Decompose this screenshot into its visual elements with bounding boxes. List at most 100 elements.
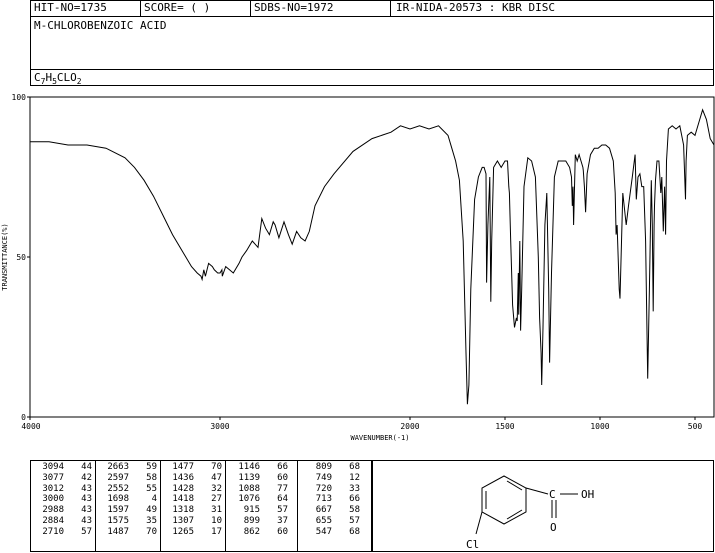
peak-row: 667 58 — [302, 505, 360, 516]
peak-row: 2552 55 — [99, 484, 157, 495]
peak-wavenumber: 3077 — [42, 472, 64, 483]
peak-wavenumber: 1076 — [238, 494, 260, 505]
peak-row: 1698 4 — [99, 494, 157, 505]
peak-table-column: 1146 66 1139 60 1088 77 1076 64 915 57 899 37 862 60 — [230, 462, 288, 538]
sdbs-number: SDBS-NO=1972 — [254, 1, 334, 14]
peak-table-column: 1477 70 1436 47 1428 32 1418 27 1318 31 1307 10 1265… — [164, 462, 222, 538]
x-tick-label: 1000 — [590, 422, 609, 431]
peak-row: 1265 17 — [164, 527, 222, 538]
peak-column-divider — [160, 460, 161, 552]
x-axis-label: WAVENUMBER(-1) — [350, 434, 409, 442]
y-axis-label: TRANSMITTANCE(%) — [1, 223, 9, 290]
peak-column-divider — [297, 460, 298, 552]
peak-wavenumber: 2710 — [42, 526, 64, 537]
plot-frame — [29, 96, 715, 418]
peak-wavenumber: 1487 — [107, 526, 129, 537]
peak-wavenumber: 2552 — [107, 483, 129, 494]
peak-transmittance: 66 — [349, 494, 360, 505]
peak-table-column: 809 68 749 12 720 33 713 66 667 58 655 57 547 68 — [302, 462, 360, 538]
peak-wavenumber: 809 — [315, 462, 332, 472]
peak-wavenumber: 3094 — [42, 462, 64, 472]
peak-wavenumber: 547 — [315, 526, 332, 537]
ir-spectrum-chart: 4000 3000 2000 1500 1000 500 0 50 100 WAVENUMBE… — [1, 93, 715, 442]
peak-row: 3077 42 — [34, 473, 92, 484]
peak-row: 809 68 — [302, 462, 360, 473]
peak-row: 2597 58 — [99, 473, 157, 484]
peak-wavenumber: 3000 — [42, 494, 64, 505]
peak-wavenumber: 1265 — [172, 526, 194, 537]
peak-wavenumber: 2884 — [42, 515, 64, 526]
peak-wavenumber: 1698 — [107, 494, 129, 505]
ir-method: IR-NIDA-20573 : KBR DISC — [396, 1, 555, 14]
x-tick-label: 3000 — [210, 422, 229, 431]
peak-wavenumber: 713 — [315, 494, 332, 505]
peak-transmittance: 42 — [81, 472, 92, 483]
peak-row: 2663 59 — [99, 462, 157, 473]
peak-row: 655 57 — [302, 516, 360, 527]
peak-transmittance: 12 — [349, 472, 360, 483]
ring-double-bond — [506, 480, 523, 491]
peak-row: 2988 43 — [34, 505, 92, 516]
peak-row: 547 68 — [302, 527, 360, 538]
carbonyl-carbon-label: C — [549, 488, 556, 501]
compound-name: M-CHLOROBENZOIC ACID — [34, 19, 167, 32]
x-tick-label: 2000 — [400, 422, 419, 431]
peak-wavenumber: 1146 — [238, 462, 260, 472]
peak-row: 915 57 — [230, 505, 288, 516]
peak-transmittance: 68 — [349, 462, 360, 472]
peak-row: 3094 44 — [34, 462, 92, 473]
peak-row: 1428 32 — [164, 484, 222, 495]
peak-row: 1436 47 — [164, 473, 222, 484]
peak-row: 1146 66 — [230, 462, 288, 473]
peak-wavenumber: 667 — [315, 505, 332, 516]
peak-wavenumber: 1428 — [172, 483, 194, 494]
peak-wavenumber: 1139 — [238, 472, 260, 483]
peak-transmittance: 10 — [211, 515, 222, 526]
peak-transmittance: 55 — [146, 483, 157, 494]
peak-wavenumber: 915 — [243, 505, 260, 516]
peak-column-divider — [225, 460, 226, 552]
peak-row: 1597 49 — [99, 505, 157, 516]
peak-transmittance: 59 — [146, 462, 157, 472]
peak-row: 1076 64 — [230, 494, 288, 505]
peak-transmittance: 4 — [151, 494, 157, 505]
peak-row: 1088 77 — [230, 484, 288, 495]
spectrum-series-line — [30, 108, 715, 405]
hit-number: HIT-NO=1735 — [34, 1, 107, 14]
peak-transmittance: 44 — [81, 462, 92, 472]
peak-table-column: 3094 44 3077 42 3012 43 3000 43 2988 43 2884 43 2710… — [34, 462, 92, 538]
peak-transmittance: 66 — [277, 462, 288, 472]
peak-transmittance: 17 — [211, 526, 222, 537]
x-tick-label: 500 — [688, 422, 703, 431]
carboxyl-bond — [525, 487, 549, 495]
header-cell-divider-2 — [250, 0, 251, 16]
ring-double-bond — [506, 509, 523, 520]
structure-diagram: C OH O Cl — [466, 475, 594, 551]
peak-row: 1477 70 — [164, 462, 222, 473]
score: SCORE= ( ) — [144, 1, 211, 14]
peak-row: 3000 43 — [34, 494, 92, 505]
peak-transmittance: 43 — [81, 494, 92, 505]
peak-table-column: 2663 59 2597 58 2552 55 1698 4 1597 49 1575 35 1487 7… — [99, 462, 157, 538]
peak-transmittance: 70 — [146, 526, 157, 537]
peak-transmittance: 64 — [277, 494, 288, 505]
peak-wavenumber: 1418 — [172, 494, 194, 505]
peak-transmittance: 33 — [349, 483, 360, 494]
header-box — [30, 0, 714, 86]
x-tick-label: 4000 — [21, 422, 40, 431]
peak-transmittance: 68 — [349, 526, 360, 537]
carbonyl-oxygen-label: O — [550, 521, 557, 534]
peak-transmittance: 57 — [81, 526, 92, 537]
peak-transmittance: 27 — [211, 494, 222, 505]
peak-transmittance: 60 — [277, 472, 288, 483]
peak-wavenumber: 899 — [243, 515, 260, 526]
peak-wavenumber: 655 — [315, 515, 332, 526]
peak-row: 3012 43 — [34, 484, 92, 495]
formula-row-divider — [30, 69, 714, 70]
peak-wavenumber: 749 — [315, 472, 332, 483]
x-tick-label: 1500 — [495, 422, 514, 431]
peak-row: 720 33 — [302, 484, 360, 495]
peak-row: 1487 70 — [99, 527, 157, 538]
peak-transmittance: 32 — [211, 483, 222, 494]
peak-row: 2884 43 — [34, 516, 92, 527]
